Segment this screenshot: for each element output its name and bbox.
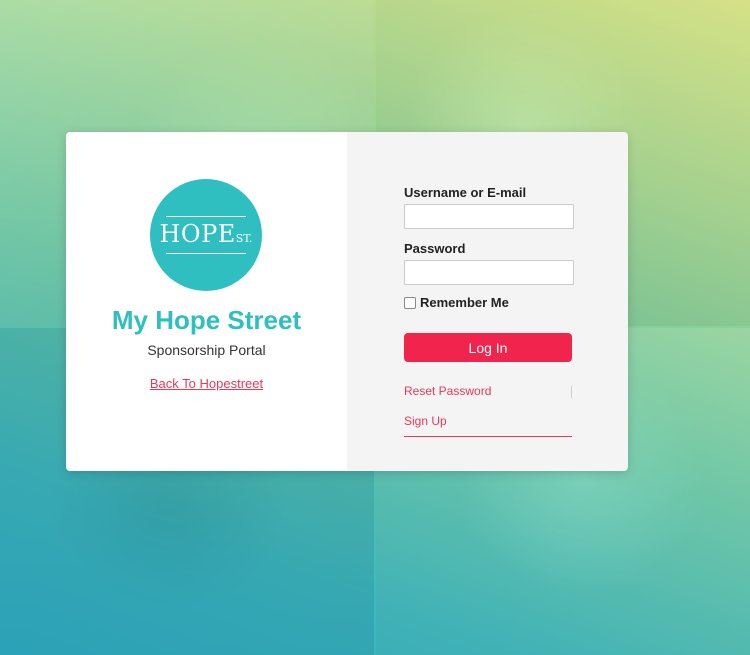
site-title: My Hope Street [111,305,302,335]
username-label: Username or E-mail [404,185,527,200]
username-input[interactable] [404,204,574,229]
link-divider [571,386,572,398]
logo-wordmark: HOPEST. [150,219,262,254]
hope-street-logo: HOPEST. [150,179,262,291]
remember-me-checkbox[interactable] [404,296,416,309]
login-card: HOPEST. My Hope Street Sponsorship Porta… [66,132,628,471]
remember-me-label: Remember Me [420,295,509,310]
sign-up-link[interactable]: Sign Up [404,414,447,428]
logo-text: HOPE [159,220,236,248]
logo-suffix: ST. [235,232,253,245]
remember-me-row[interactable]: Remember Me [404,295,509,310]
back-to-hopestreet-link[interactable]: Back To Hopestreet [150,376,263,391]
logo-top-rule [166,216,246,217]
back-link-container: Back To Hopestreet [66,376,347,391]
password-label: Password [404,241,466,256]
site-subtitle: Sponsorship Portal [147,342,266,358]
login-form-panel: Username or E-mail Password Remember Me … [347,132,628,471]
log-in-button[interactable]: Log In [404,333,572,362]
password-input[interactable] [404,260,574,285]
logo-bottom-rule [166,253,246,254]
sign-up-underline [404,436,572,437]
reset-password-link[interactable]: Reset Password [404,384,491,398]
branding-panel: HOPEST. My Hope Street Sponsorship Porta… [66,132,347,471]
